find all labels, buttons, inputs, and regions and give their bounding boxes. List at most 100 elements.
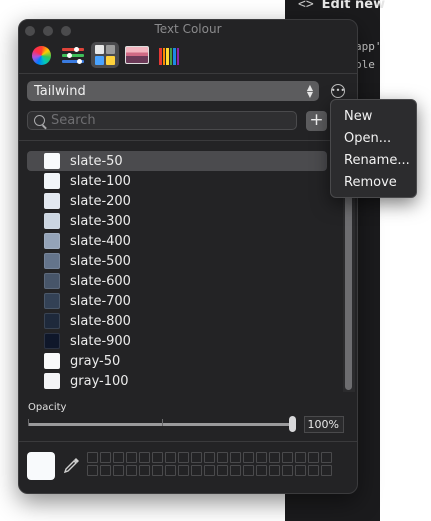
color-list-item[interactable]: slate-50 xyxy=(27,151,327,171)
empty-swatch-well[interactable] xyxy=(87,465,98,476)
palette-selector[interactable]: Tailwind ▲ ▼ xyxy=(27,81,319,101)
toolbar-divider xyxy=(19,73,357,74)
current-color-well[interactable] xyxy=(27,452,55,480)
empty-swatch-well[interactable] xyxy=(113,452,124,463)
empty-swatch-well[interactable] xyxy=(139,452,150,463)
empty-swatch-well[interactable] xyxy=(191,465,202,476)
empty-swatch-well[interactable] xyxy=(269,465,280,476)
color-swatch xyxy=(44,193,60,209)
color-swatch xyxy=(44,353,60,369)
image-palettes-icon xyxy=(125,46,149,64)
add-color-button[interactable]: + xyxy=(306,111,327,131)
menu-item-new[interactable]: New xyxy=(331,106,416,128)
color-list-item[interactable]: slate-400 xyxy=(27,231,327,251)
empty-swatch-well[interactable] xyxy=(152,465,163,476)
code-brackets-icon: <> xyxy=(298,0,314,12)
menu-item-open[interactable]: Open... xyxy=(331,128,416,150)
color-sliders-icon xyxy=(62,46,84,64)
empty-swatch-well[interactable] xyxy=(243,452,254,463)
color-name: slate-900 xyxy=(70,333,131,349)
color-swatch xyxy=(44,233,60,249)
search-icon xyxy=(34,115,45,126)
color-list-item[interactable]: slate-100 xyxy=(27,171,327,191)
image-palettes-mode-button[interactable] xyxy=(123,42,151,68)
menu-item-remove[interactable]: Remove xyxy=(331,172,416,194)
empty-swatch-well[interactable] xyxy=(230,452,241,463)
color-name: slate-800 xyxy=(70,313,131,329)
empty-swatch-well[interactable] xyxy=(139,465,150,476)
opacity-label: Opacity xyxy=(28,402,67,413)
color-name: slate-600 xyxy=(70,273,131,289)
empty-swatch-well[interactable] xyxy=(126,465,137,476)
pencils-mode-button[interactable] xyxy=(155,42,183,68)
empty-swatch-well[interactable] xyxy=(204,452,215,463)
empty-swatch-well[interactable] xyxy=(178,452,189,463)
color-palettes-icon xyxy=(95,45,115,65)
search-input[interactable] xyxy=(51,113,271,128)
empty-swatch-well[interactable] xyxy=(269,452,280,463)
empty-swatch-well[interactable] xyxy=(165,465,176,476)
empty-swatch-well[interactable] xyxy=(204,465,215,476)
empty-swatch-well[interactable] xyxy=(178,465,189,476)
empty-swatch-well[interactable] xyxy=(217,465,228,476)
color-swatch xyxy=(44,213,60,229)
empty-swatch-well[interactable] xyxy=(230,465,241,476)
empty-swatch-well[interactable] xyxy=(100,465,111,476)
eyedropper-icon[interactable] xyxy=(63,456,81,476)
color-list-item[interactable]: slate-600 xyxy=(27,271,327,291)
empty-swatch-well[interactable] xyxy=(256,452,267,463)
window-title: Text Colour xyxy=(154,22,222,36)
chevron-up-down-icon: ▲ ▼ xyxy=(306,83,313,99)
editor-tab-title[interactable]: <> Edit new xyxy=(298,0,385,12)
opacity-slider-knob[interactable] xyxy=(289,416,296,432)
scrollbar-thumb[interactable] xyxy=(345,190,352,390)
color-swatch xyxy=(44,173,60,189)
empty-swatch-well[interactable] xyxy=(126,452,137,463)
empty-swatch-well[interactable] xyxy=(282,465,293,476)
ellipsis-circle-icon[interactable]: ••• xyxy=(331,84,345,98)
search-field[interactable] xyxy=(27,111,297,130)
color-list-item[interactable]: slate-300 xyxy=(27,211,327,231)
color-list: slate-50 slate-100 slate-200 slate-300 slate… xyxy=(27,151,341,395)
empty-swatch-well[interactable] xyxy=(243,465,254,476)
empty-swatch-well[interactable] xyxy=(295,465,306,476)
slider-tick xyxy=(162,419,163,426)
empty-swatch-well[interactable] xyxy=(308,452,319,463)
color-swatch xyxy=(44,333,60,349)
color-list-item[interactable]: slate-500 xyxy=(27,251,327,271)
empty-swatch-well[interactable] xyxy=(152,452,163,463)
color-swatch xyxy=(44,373,60,389)
color-list-item[interactable]: slate-700 xyxy=(27,291,327,311)
empty-swatch-well[interactable] xyxy=(321,465,332,476)
opacity-value-field[interactable]: 100% xyxy=(304,416,344,433)
color-list-item[interactable]: slate-200 xyxy=(27,191,327,211)
color-swatch xyxy=(44,273,60,289)
color-name: slate-100 xyxy=(70,173,131,189)
editor-title-text: Edit new xyxy=(321,0,386,12)
empty-swatch-well[interactable] xyxy=(217,452,228,463)
empty-swatch-well[interactable] xyxy=(87,452,98,463)
color-list-item[interactable]: gray-50 xyxy=(27,351,327,371)
color-name: slate-300 xyxy=(70,213,131,229)
empty-swatch-well[interactable] xyxy=(256,465,267,476)
empty-swatch-well[interactable] xyxy=(113,465,124,476)
color-sliders-mode-button[interactable] xyxy=(59,42,87,68)
color-wheel-mode-button[interactable] xyxy=(27,42,55,68)
color-palettes-mode-button[interactable] xyxy=(91,42,119,68)
color-list-item[interactable]: slate-900 xyxy=(27,331,327,351)
slider-tick xyxy=(28,419,29,426)
code-line: app' xyxy=(355,40,382,53)
color-list-item[interactable]: gray-100 xyxy=(27,371,327,391)
empty-swatch-well[interactable] xyxy=(295,452,306,463)
color-swatch xyxy=(44,253,60,269)
color-name: slate-50 xyxy=(70,153,123,169)
empty-swatch-well[interactable] xyxy=(308,465,319,476)
menu-item-rename[interactable]: Rename... xyxy=(331,150,416,172)
empty-swatch-well[interactable] xyxy=(282,452,293,463)
empty-swatch-well[interactable] xyxy=(165,452,176,463)
empty-swatch-well[interactable] xyxy=(321,452,332,463)
empty-swatch-well[interactable] xyxy=(191,452,202,463)
pencils-icon xyxy=(159,45,179,65)
color-list-item[interactable]: slate-800 xyxy=(27,311,327,331)
empty-swatch-well[interactable] xyxy=(100,452,111,463)
